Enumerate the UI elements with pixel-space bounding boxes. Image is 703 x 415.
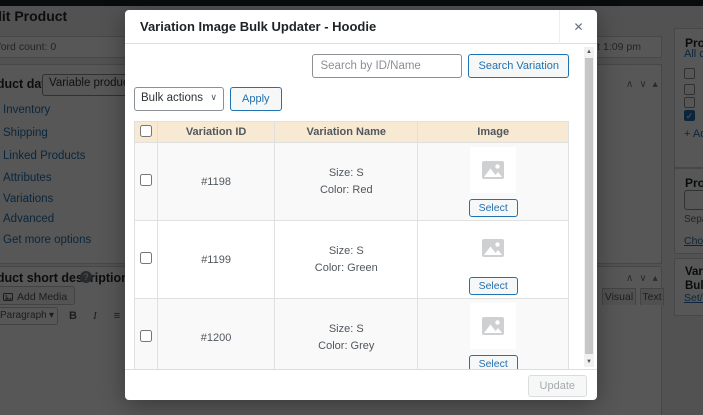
select-image-button[interactable]: Select <box>469 355 518 370</box>
bulk-actions-select[interactable]: Bulk actions ∨ <box>134 87 224 111</box>
column-header-variation-name: Variation Name <box>275 122 418 143</box>
modal-scrollbar[interactable]: ▲ ▼ <box>584 47 594 367</box>
variation-color: Color: Grey <box>275 338 417 355</box>
modal-body: Search Variation Bulk actions ∨ Apply Va… <box>125 45 597 369</box>
search-variation-button[interactable]: Search Variation <box>468 54 569 78</box>
table-row: #1199 Size: S Color: Green Select <box>135 221 569 299</box>
image-placeholder-icon <box>481 238 505 258</box>
table-row: #1200 Size: S Color: Grey Select <box>135 299 569 370</box>
column-header-image: Image <box>418 122 569 143</box>
image-placeholder <box>470 225 516 271</box>
variation-id: #1199 <box>158 221 275 299</box>
variation-size: Size: S <box>275 243 417 260</box>
row-checkbox[interactable] <box>140 330 152 342</box>
select-image-button[interactable]: Select <box>469 199 518 217</box>
image-cell: Select <box>418 221 569 299</box>
select-all-checkbox[interactable] <box>140 125 152 137</box>
scroll-down-icon[interactable]: ▼ <box>584 357 594 367</box>
search-row: Search Variation <box>134 53 569 79</box>
modal-header: Variation Image Bulk Updater - Hoodie ✕ <box>125 10 597 44</box>
table-header-row: Variation ID Variation Name Image <box>135 122 569 143</box>
modal-title: Variation Image Bulk Updater - Hoodie <box>125 10 597 44</box>
table-row: #1198 Size: S Color: Red Select <box>135 143 569 221</box>
image-cell: Select <box>418 299 569 370</box>
row-checkbox[interactable] <box>140 252 152 264</box>
image-placeholder <box>470 147 516 193</box>
scrollbar-thumb[interactable] <box>585 58 593 354</box>
variation-size: Size: S <box>275 165 417 182</box>
row-checkbox[interactable] <box>140 174 152 186</box>
image-placeholder <box>470 303 516 349</box>
chevron-down-icon: ∨ <box>210 92 217 106</box>
apply-button[interactable]: Apply <box>230 87 282 111</box>
bulk-actions-label: Bulk actions <box>141 92 203 106</box>
variation-color: Color: Green <box>275 260 417 277</box>
close-icon[interactable]: ✕ <box>559 10 597 44</box>
variation-id: #1198 <box>158 143 275 221</box>
search-input[interactable] <box>312 54 462 78</box>
screen: Edit Product Word count: 0 Last edited o… <box>0 0 703 415</box>
image-placeholder-icon <box>481 316 505 336</box>
select-image-button[interactable]: Select <box>469 277 518 295</box>
variation-id: #1200 <box>158 299 275 370</box>
image-cell: Select <box>418 143 569 221</box>
variation-size: Size: S <box>275 321 417 338</box>
variation-name: Size: S Color: Grey <box>275 299 418 370</box>
variation-bulk-updater-modal: Variation Image Bulk Updater - Hoodie ✕ … <box>125 10 597 400</box>
variations-table: Variation ID Variation Name Image #1198 … <box>134 121 569 369</box>
image-placeholder-icon <box>481 160 505 180</box>
update-button[interactable]: Update <box>528 375 587 397</box>
variation-color: Color: Red <box>275 182 417 199</box>
scroll-up-icon[interactable]: ▲ <box>584 47 594 57</box>
variation-name: Size: S Color: Red <box>275 143 418 221</box>
bulk-actions-row: Bulk actions ∨ Apply <box>134 87 569 111</box>
column-header-variation-id: Variation ID <box>158 122 275 143</box>
variation-name: Size: S Color: Green <box>275 221 418 299</box>
modal-footer: Update <box>125 369 597 400</box>
